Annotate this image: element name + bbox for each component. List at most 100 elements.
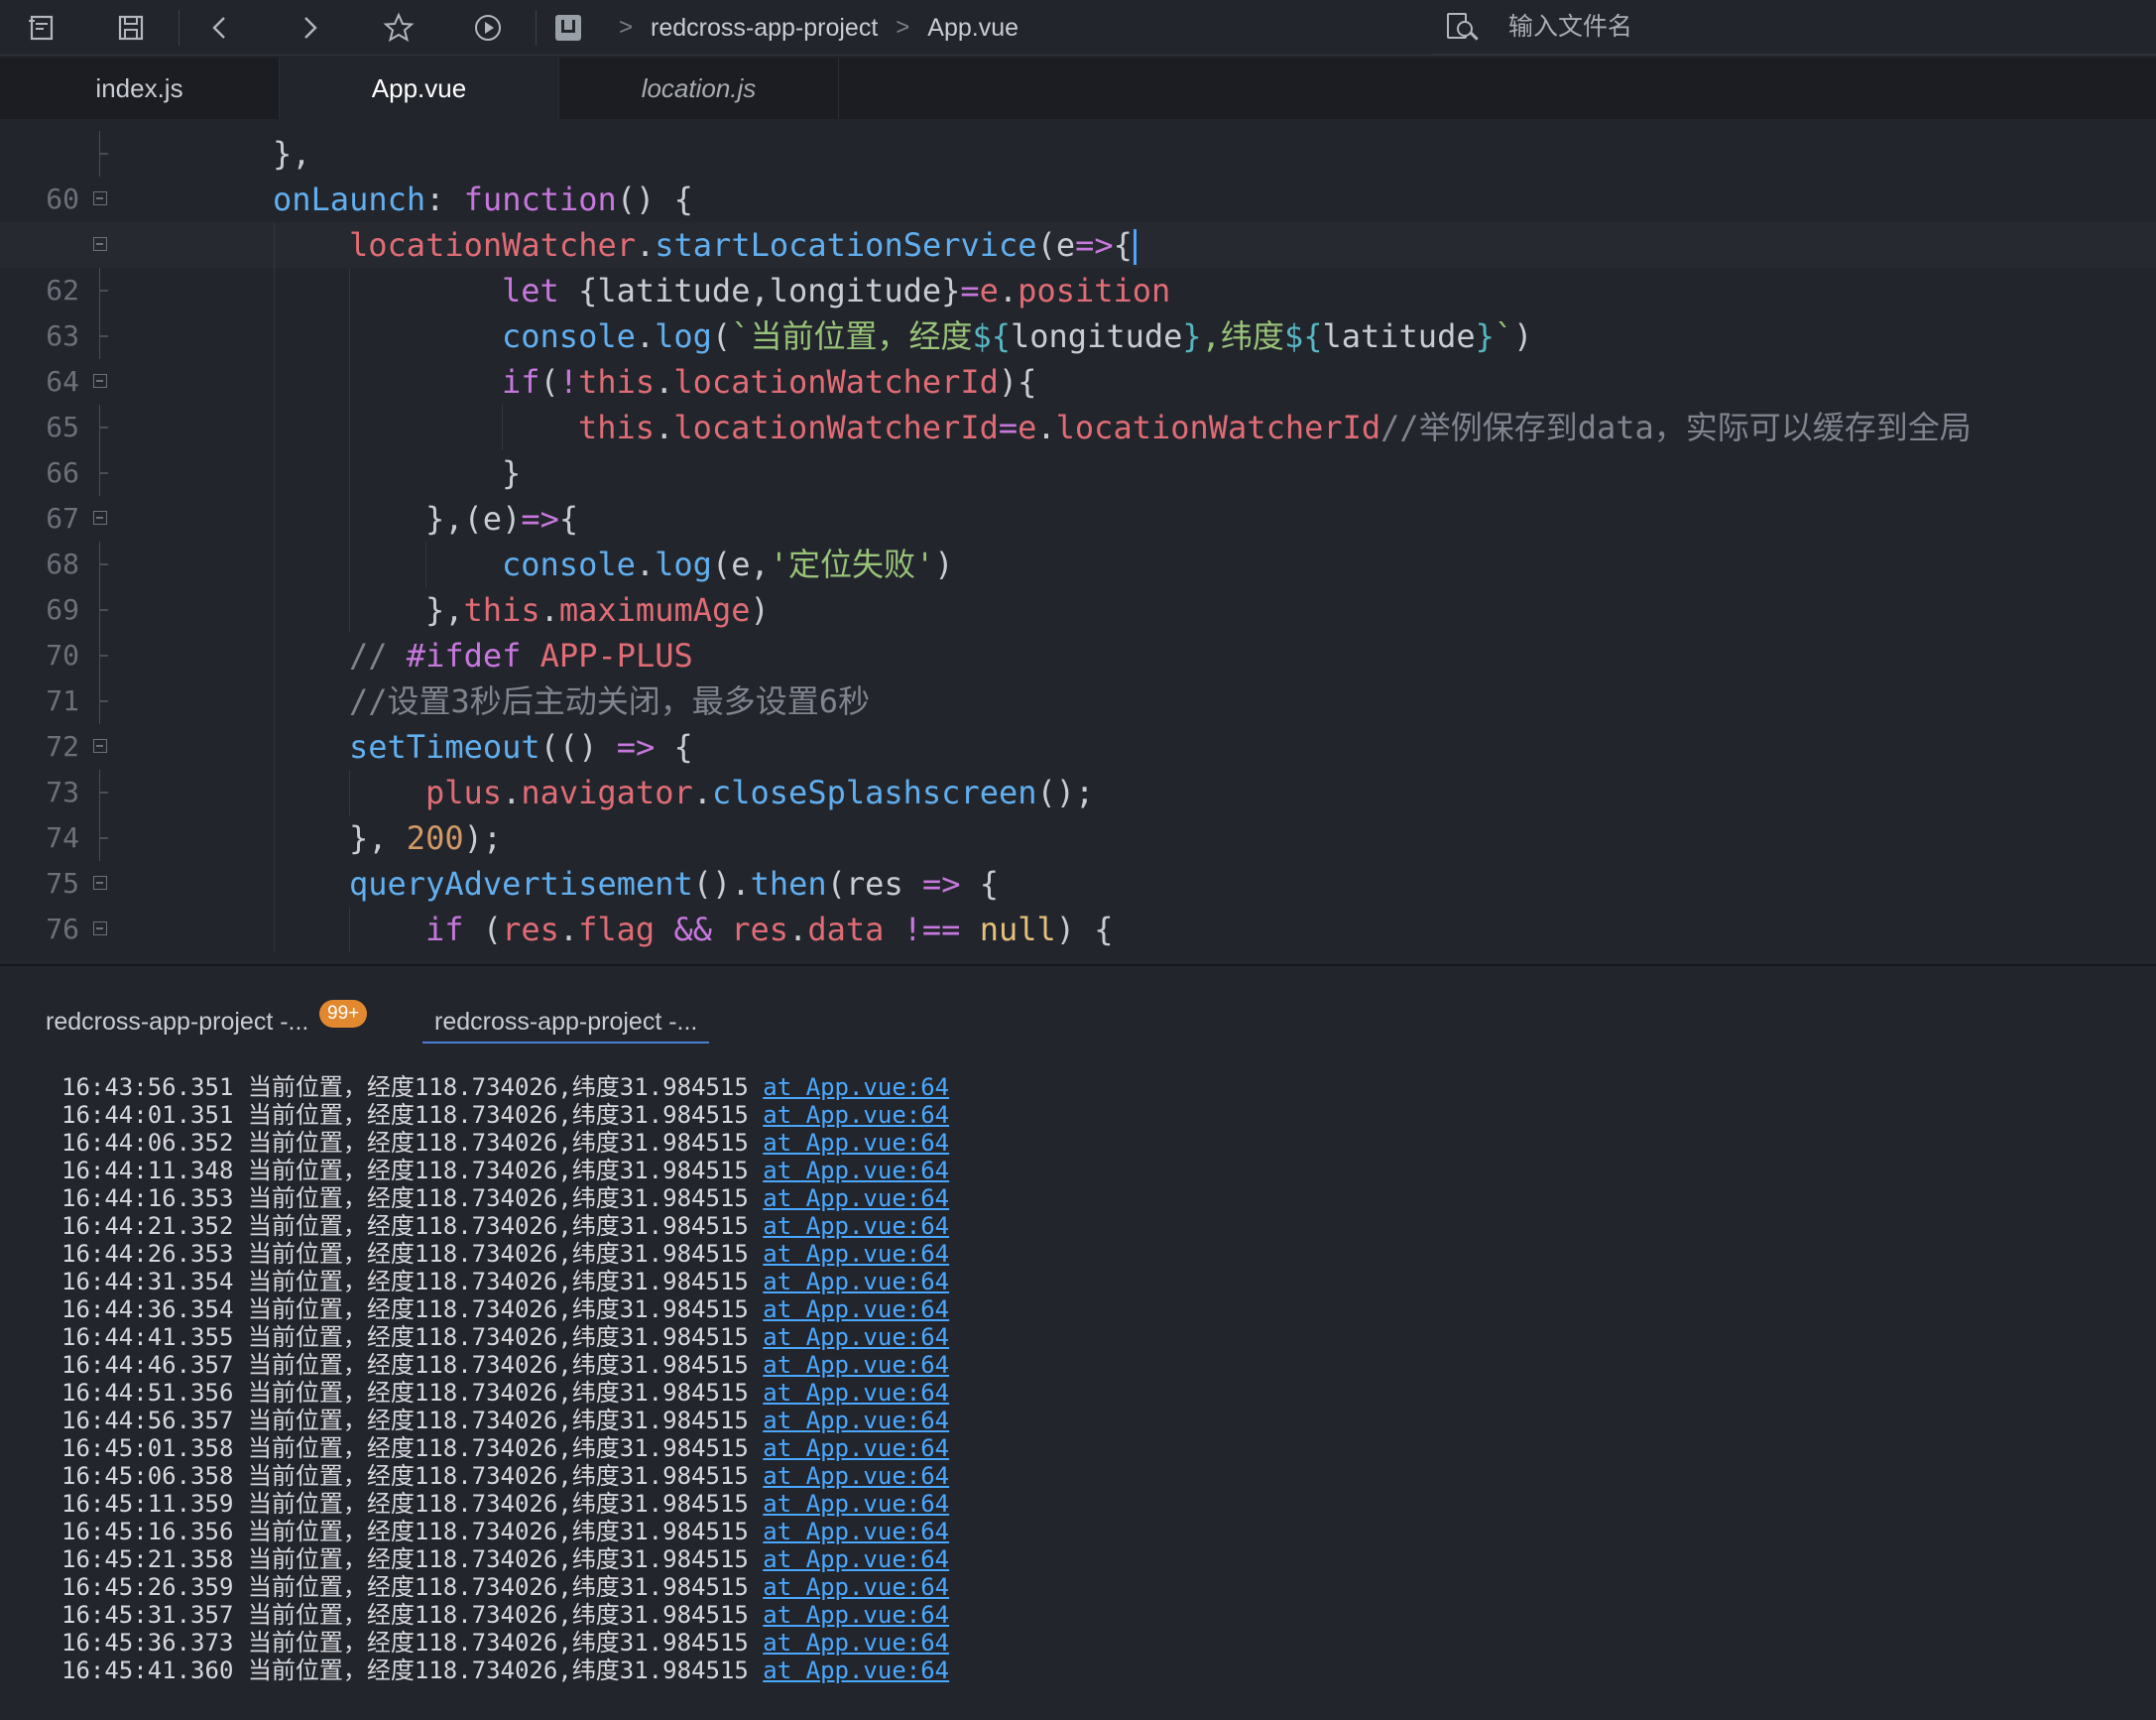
log-message: 当前位置，经度118.734026,纬度31.984515: [247, 1518, 749, 1545]
log-row: 16:45:21.358 当前位置，经度118.734026,纬度31.9845…: [61, 1545, 949, 1573]
log-timestamp: 16:43:56.351: [61, 1073, 234, 1101]
log-message: 当前位置，经度118.734026,纬度31.984515: [247, 1657, 749, 1684]
log-message: 当前位置，经度118.734026,纬度31.984515: [247, 1295, 749, 1323]
text-cursor: [1133, 229, 1137, 265]
code-line: 67 }: [0, 450, 2156, 535]
log-timestamp: 16:44:51.356: [61, 1379, 234, 1407]
log-timestamp: 16:44:21.352: [61, 1212, 234, 1240]
log-timestamp: 16:45:11.359: [61, 1490, 234, 1518]
log-row: 16:44:06.352 当前位置，经度118.734026,纬度31.9845…: [61, 1129, 949, 1157]
code-editor[interactable]: 60 }, 61 onLaunch: function() { 62 locat…: [0, 119, 2156, 964]
tab-app-vue[interactable]: App.vue: [280, 58, 559, 119]
code-line: 72 //设置3秒后主动关闭，最多设置6秒: [0, 678, 2156, 763]
log-row: 16:45:31.357 当前位置，经度118.734026,纬度31.9845…: [61, 1601, 949, 1629]
run-icon[interactable]: [466, 8, 510, 48]
breadcrumb-file[interactable]: App.vue: [927, 14, 1018, 43]
log-timestamp: 16:44:56.357: [61, 1407, 234, 1434]
log-timestamp: 16:45:16.356: [61, 1518, 234, 1545]
log-timestamp: 16:45:21.358: [61, 1545, 234, 1573]
log-message: 当前位置，经度118.734026,纬度31.984515: [247, 1157, 749, 1184]
log-message: 当前位置，经度118.734026,纬度31.984515: [247, 1240, 749, 1268]
log-row: 16:45:16.356 当前位置，经度118.734026,纬度31.9845…: [61, 1518, 949, 1545]
code-line: 66 this.locationWatcherId=e.locationWatc…: [0, 405, 2156, 489]
console-panel: redcross-app-project -... 99+ redcross-a…: [0, 964, 2156, 1720]
log-row: 16:44:11.348 当前位置，经度118.734026,纬度31.9845…: [61, 1157, 949, 1184]
log-source-link[interactable]: at App.vue:64: [763, 1129, 949, 1157]
code-line: 70 },this.maximumAge): [0, 587, 2156, 672]
chevron-right-icon: >: [619, 14, 634, 41]
log-timestamp: 16:44:41.355: [61, 1323, 234, 1351]
log-source-link[interactable]: at App.vue:64: [763, 1545, 949, 1573]
log-row: 16:44:16.353 当前位置，经度118.734026,纬度31.9845…: [61, 1184, 949, 1212]
editor-tabs: index.js App.vue location.js: [0, 58, 2156, 119]
log-source-link[interactable]: at App.vue:64: [763, 1157, 949, 1184]
console-tab-1[interactable]: redcross-app-project -...: [46, 1002, 308, 1042]
log-timestamp: 16:45:36.373: [61, 1629, 234, 1657]
log-timestamp: 16:44:31.354: [61, 1268, 234, 1295]
file-search: [1433, 0, 2156, 56]
log-source-link[interactable]: at App.vue:64: [763, 1184, 949, 1212]
fold-toggle-icon[interactable]: [93, 876, 107, 890]
log-source-link[interactable]: at App.vue:64: [763, 1462, 949, 1490]
log-source-link[interactable]: at App.vue:64: [763, 1490, 949, 1518]
save-icon[interactable]: [109, 8, 153, 48]
code-line: 69 console.log(e,'定位失败'): [0, 542, 2156, 626]
fold-toggle-icon[interactable]: [93, 191, 107, 205]
code-line-current: 62 locationWatcher.startLocationService(…: [0, 222, 2156, 307]
fold-toggle-icon[interactable]: [93, 921, 107, 935]
log-source-link[interactable]: at App.vue:64: [763, 1573, 949, 1601]
code-line: 61 onLaunch: function() {: [0, 177, 2156, 261]
code-line: 65 if(!this.locationWatcherId){: [0, 359, 2156, 443]
log-row: 16:45:26.359 当前位置，经度118.734026,纬度31.9845…: [61, 1573, 949, 1601]
log-row: 16:45:41.360 当前位置，经度118.734026,纬度31.9845…: [61, 1657, 949, 1684]
log-message: 当前位置，经度118.734026,纬度31.984515: [247, 1268, 749, 1295]
code-line: 68 },(e)=>{: [0, 496, 2156, 580]
log-source-link[interactable]: at App.vue:64: [763, 1073, 949, 1101]
unread-badge: 99+: [319, 1000, 368, 1028]
log-message: 当前位置，经度118.734026,纬度31.984515: [247, 1490, 749, 1518]
forward-icon[interactable]: [288, 8, 331, 48]
log-timestamp: 16:45:06.358: [61, 1462, 234, 1490]
log-source-link[interactable]: at App.vue:64: [763, 1268, 949, 1295]
log-source-link[interactable]: at App.vue:64: [763, 1657, 949, 1684]
log-row: 16:44:51.356 当前位置，经度118.734026,纬度31.9845…: [61, 1379, 949, 1407]
fold-toggle-icon[interactable]: [93, 237, 107, 251]
log-timestamp: 16:44:01.351: [61, 1101, 234, 1129]
log-row: 16:44:01.351 当前位置，经度118.734026,纬度31.9845…: [61, 1101, 949, 1129]
fold-toggle-icon[interactable]: [93, 739, 107, 753]
log-message: 当前位置，经度118.734026,纬度31.984515: [247, 1129, 749, 1157]
log-source-link[interactable]: at App.vue:64: [763, 1212, 949, 1240]
fold-toggle-icon[interactable]: [93, 374, 107, 388]
log-source-link[interactable]: at App.vue:64: [763, 1518, 949, 1545]
log-source-link[interactable]: at App.vue:64: [763, 1407, 949, 1434]
log-timestamp: 16:44:26.353: [61, 1240, 234, 1268]
search-file-icon[interactable]: [1443, 7, 1483, 47]
search-input[interactable]: [1506, 11, 2105, 43]
log-timestamp: 16:44:36.354: [61, 1295, 234, 1323]
log-source-link[interactable]: at App.vue:64: [763, 1101, 949, 1129]
project-icon: [555, 15, 581, 41]
log-source-link[interactable]: at App.vue:64: [763, 1351, 949, 1379]
log-source-link[interactable]: at App.vue:64: [763, 1323, 949, 1351]
log-source-link[interactable]: at App.vue:64: [763, 1601, 949, 1629]
tab-location-js[interactable]: location.js: [559, 58, 839, 119]
new-file-icon[interactable]: [20, 8, 63, 48]
toolbar-divider: [179, 10, 180, 46]
log-message: 当前位置，经度118.734026,纬度31.984515: [247, 1434, 749, 1462]
back-icon[interactable]: [198, 8, 242, 48]
breadcrumb-project[interactable]: redcross-app-project: [651, 14, 878, 43]
log-timestamp: 16:44:16.353: [61, 1184, 234, 1212]
log-source-link[interactable]: at App.vue:64: [763, 1434, 949, 1462]
console-tab-2[interactable]: redcross-app-project -...: [422, 1002, 710, 1044]
star-icon[interactable]: [377, 8, 420, 48]
fold-toggle-icon[interactable]: [93, 511, 107, 525]
log-source-link[interactable]: at App.vue:64: [763, 1240, 949, 1268]
log-row: 16:44:31.354 当前位置，经度118.734026,纬度31.9845…: [61, 1268, 949, 1295]
log-message: 当前位置，经度118.734026,纬度31.984515: [247, 1545, 749, 1573]
log-message: 当前位置，经度118.734026,纬度31.984515: [247, 1573, 749, 1601]
log-source-link[interactable]: at App.vue:64: [763, 1629, 949, 1657]
log-row: 16:44:26.353 当前位置，经度118.734026,纬度31.9845…: [61, 1240, 949, 1268]
log-source-link[interactable]: at App.vue:64: [763, 1379, 949, 1407]
tab-index-js[interactable]: index.js: [0, 58, 280, 119]
log-source-link[interactable]: at App.vue:64: [763, 1295, 949, 1323]
